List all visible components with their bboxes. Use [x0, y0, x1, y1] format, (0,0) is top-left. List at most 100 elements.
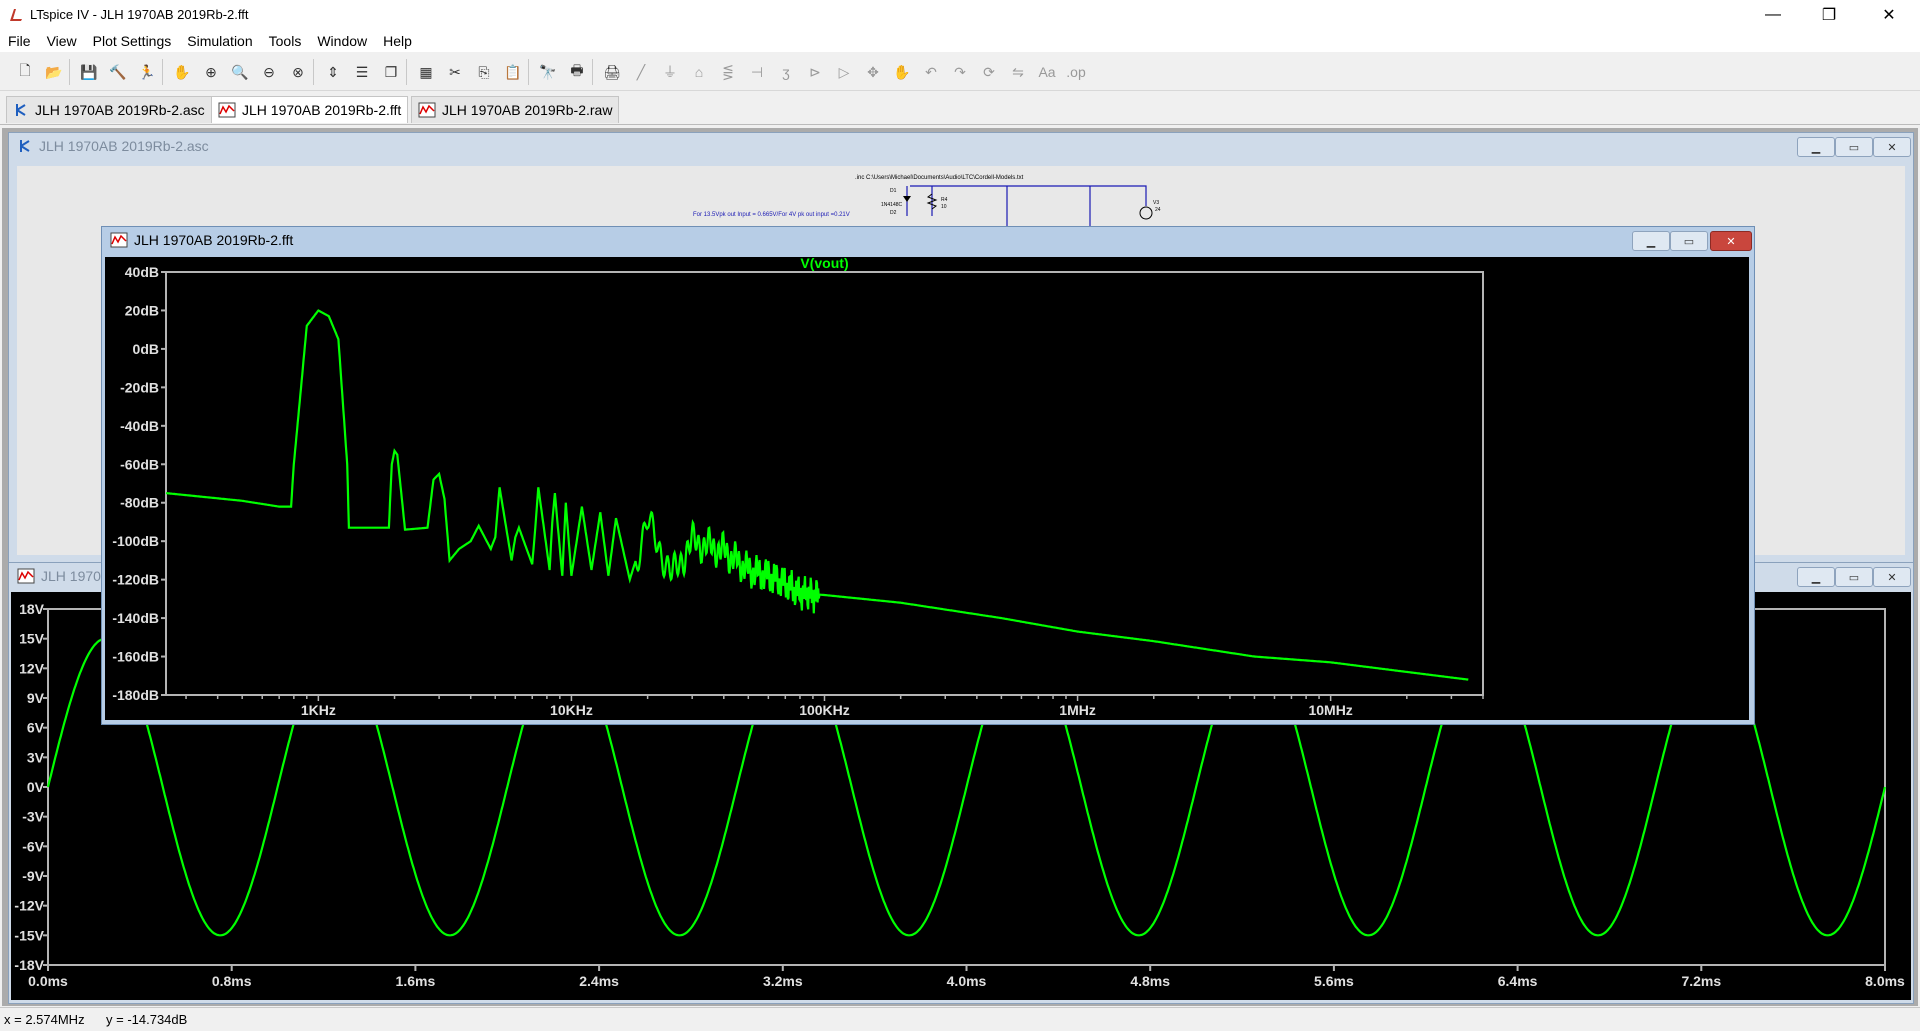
x-tick-label: 4.0ms: [947, 973, 987, 989]
y-tick-label: -100dB: [112, 533, 159, 549]
find-icon[interactable]: 🔭: [537, 61, 559, 83]
waveform-icon: [110, 232, 128, 248]
y-tick-label: 15V: [19, 631, 45, 647]
control-panel-icon[interactable]: 🔨: [107, 61, 129, 83]
tab-fft[interactable]: JLH 1970AB 2019Rb-2.fft: [211, 96, 409, 123]
resistor-icon[interactable]: ⋚: [717, 61, 739, 83]
x-tick-label: 1KHz: [301, 702, 336, 718]
menu-view[interactable]: View: [39, 30, 85, 52]
transient-minimize-button[interactable]: ▁: [1797, 567, 1835, 587]
x-tick-label: 3.2ms: [763, 973, 803, 989]
part-label: 24: [1155, 207, 1161, 213]
print-icon[interactable]: 🖨: [601, 61, 623, 83]
undo-icon[interactable]: ↶: [920, 61, 942, 83]
fft-close-button[interactable]: ✕: [1710, 231, 1752, 251]
schematic-close-button[interactable]: ✕: [1873, 137, 1911, 157]
spice-directive[interactable]: .inc C:\Users\Michael\Documents\Audio\LT…: [855, 175, 1024, 181]
close-button[interactable]: ✕: [1866, 0, 1912, 30]
x-tick-label: 10KHz: [550, 702, 593, 718]
y-tick-label: -120dB: [112, 572, 159, 588]
text-icon[interactable]: Aa: [1036, 61, 1058, 83]
menu-window[interactable]: Window: [309, 30, 375, 52]
waveform-icon: [218, 102, 236, 118]
x-tick-label: 4.8ms: [1130, 973, 1170, 989]
print-preview-icon[interactable]: 🖶: [566, 61, 588, 83]
cascade-icon[interactable]: ❐: [380, 61, 402, 83]
y-tick-label: 6V: [27, 720, 45, 736]
zoom-in-icon[interactable]: ⊕: [200, 61, 222, 83]
rotate-icon[interactable]: ⟳: [978, 61, 1000, 83]
x-tick-label: 6.4ms: [1498, 973, 1538, 989]
y-tick-label: -12V: [14, 898, 44, 914]
y-tick-label: -3V: [22, 809, 44, 825]
autorange-icon[interactable]: ⇕: [322, 61, 344, 83]
x-tick-label: 100KHz: [799, 702, 850, 718]
cut-icon[interactable]: ✂: [444, 61, 466, 83]
capacitor-icon[interactable]: ⊣: [746, 61, 768, 83]
menu-bar: File View Plot Settings Simulation Tools Wind…: [0, 30, 1920, 52]
minimize-button[interactable]: —: [1750, 0, 1796, 30]
y-tick-label: 9V: [27, 690, 45, 706]
wire-icon[interactable]: ╱: [630, 61, 652, 83]
move-icon[interactable]: ✥: [862, 61, 884, 83]
transient-restore-button[interactable]: ▭: [1835, 567, 1873, 587]
save-icon[interactable]: 💾: [78, 61, 100, 83]
redo-icon[interactable]: ↷: [949, 61, 971, 83]
menu-plot-settings[interactable]: Plot Settings: [85, 30, 180, 52]
mirror-icon[interactable]: ⇋: [1007, 61, 1029, 83]
new-schematic-icon[interactable]: 🗋: [14, 61, 36, 83]
component-icon[interactable]: ▷: [833, 61, 855, 83]
fft-restore-button[interactable]: ▭: [1670, 231, 1708, 251]
toolbar: 🗋 📂 💾 🔨 🏃 ✋ ⊕ 🔍 ⊖ ⊗ ⇕ ☰ ❐ ▦ ✂ ⎘ 📋 🔭 🖶 🖨 ╱ ⏚ ⌂ ⋚ ⊣ ʒ ⊳ ▷ ✥ ✋ ↶ ↷ ⟳ ⇋ Aa .op: [0, 53, 1920, 91]
inductor-icon[interactable]: ʒ: [775, 61, 797, 83]
title-bar: LTspice IV - JLH 1970AB 2019Rb-2.fft — ❐…: [0, 0, 1920, 31]
zoom-out-icon[interactable]: ⊖: [258, 61, 280, 83]
schematic-window-title: JLH 1970AB 2019Rb-2.asc: [39, 138, 209, 154]
fft-window-title: JLH 1970AB 2019Rb-2.fft: [134, 232, 294, 248]
trace-label[interactable]: V(vout): [800, 255, 848, 271]
drag-icon[interactable]: ✋: [891, 61, 913, 83]
fft-plot[interactable]: V(vout) 40dB 20dB 0dB -20dB -40dB -60dB -80dB -1…: [105, 255, 1749, 720]
part-label: D1: [890, 188, 897, 194]
part-label: 1N4148C: [881, 202, 903, 208]
fft-trace-vout[interactable]: [165, 309, 1469, 681]
open-icon[interactable]: 📂: [43, 61, 65, 83]
paste-icon[interactable]: 📋: [502, 61, 524, 83]
menu-tools[interactable]: Tools: [261, 30, 310, 52]
spice-directive-icon[interactable]: .op: [1065, 61, 1087, 83]
schematic-minimize-button[interactable]: ▁: [1797, 137, 1835, 157]
y-tick-label: 20dB: [125, 302, 159, 318]
y-tick-label: -18V: [14, 957, 44, 973]
fft-window[interactable]: JLH 1970AB 2019Rb-2.fft ▁ ▭ ✕ V(vout) 40d…: [101, 226, 1755, 725]
tile-horizontal-icon[interactable]: ☰: [351, 61, 373, 83]
window-title: LTspice IV - JLH 1970AB 2019Rb-2.fft: [30, 7, 249, 22]
toolbar-separator: [528, 59, 529, 85]
tile-icon[interactable]: ▦: [415, 61, 437, 83]
y-tick-label: -180dB: [112, 687, 159, 703]
label-icon[interactable]: ⌂: [688, 61, 710, 83]
fft-minimize-button[interactable]: ▁: [1632, 231, 1670, 251]
document-tabs: JLH 1970AB 2019Rb-2.asc JLH 1970AB 2019R…: [0, 94, 1920, 125]
tab-schematic[interactable]: JLH 1970AB 2019Rb-2.asc: [6, 96, 212, 123]
zoom-area-icon[interactable]: 🔍: [229, 61, 251, 83]
copy-icon[interactable]: ⎘: [473, 61, 495, 83]
diode-icon[interactable]: ⊳: [804, 61, 826, 83]
transient-close-button[interactable]: ✕: [1873, 567, 1911, 587]
schematic-restore-button[interactable]: ▭: [1835, 137, 1873, 157]
part-label: V3: [1153, 200, 1159, 206]
x-tick-label: 0.0ms: [28, 973, 68, 989]
menu-help[interactable]: Help: [375, 30, 420, 52]
halt-icon[interactable]: ✋: [171, 61, 193, 83]
tab-raw[interactable]: JLH 1970AB 2019Rb-2.raw: [411, 96, 620, 123]
ground-icon[interactable]: ⏚: [659, 61, 681, 83]
y-tick-label: 0dB: [133, 341, 159, 357]
run-icon[interactable]: 🏃: [136, 61, 158, 83]
menu-file[interactable]: File: [0, 30, 39, 52]
restore-button[interactable]: ❐: [1806, 0, 1852, 30]
y-tick-label: -40dB: [120, 418, 159, 434]
zoom-fit-icon[interactable]: ⊗: [287, 61, 309, 83]
menu-simulation[interactable]: Simulation: [179, 30, 260, 52]
waveform-icon: [418, 102, 436, 118]
x-tick-label: 7.2ms: [1681, 973, 1721, 989]
fft-plot-pane[interactable]: V(vout) 40dB 20dB 0dB -20dB -40dB -60dB -80dB -1…: [105, 255, 1749, 720]
